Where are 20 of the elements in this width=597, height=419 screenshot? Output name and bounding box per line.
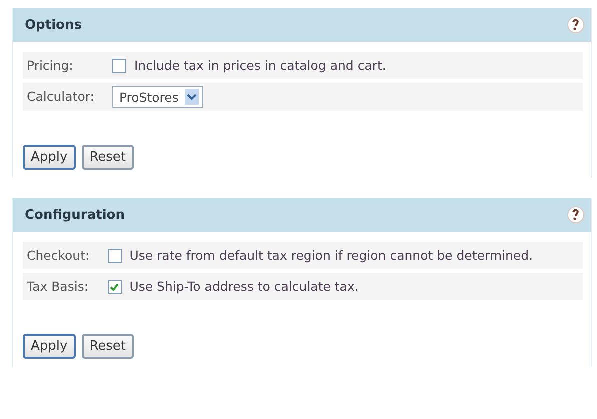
reset-button[interactable]: Reset [82, 334, 134, 359]
field-label: Tax Basis: [27, 279, 89, 294]
caret-icon[interactable] [184, 89, 199, 105]
checkbox-label: Use Ship-To address to calculate tax. [130, 279, 359, 294]
apply-button[interactable]: Apply [23, 334, 76, 359]
reset-button[interactable]: Reset [82, 145, 134, 170]
help-icon[interactable] [567, 206, 585, 224]
checkbox-label: Include tax in prices in catalog and cart. [134, 58, 386, 73]
field-label: Calculator: [27, 89, 94, 104]
help-icon[interactable] [567, 16, 585, 34]
checkbox[interactable] [112, 59, 126, 73]
field-label: Checkout: [27, 248, 90, 263]
checkbox[interactable] [108, 249, 122, 263]
apply-button[interactable]: Apply [23, 145, 76, 170]
checkbox-label: Use rate from default tax region if region cannot be determined. [130, 248, 534, 263]
checkbox[interactable] [108, 280, 122, 294]
calculator-dropdown[interactable]: ProStores [112, 86, 203, 108]
panel-title: Configuration [25, 208, 125, 222]
field-label: Pricing: [27, 58, 74, 73]
panel-title: Options [25, 18, 82, 32]
